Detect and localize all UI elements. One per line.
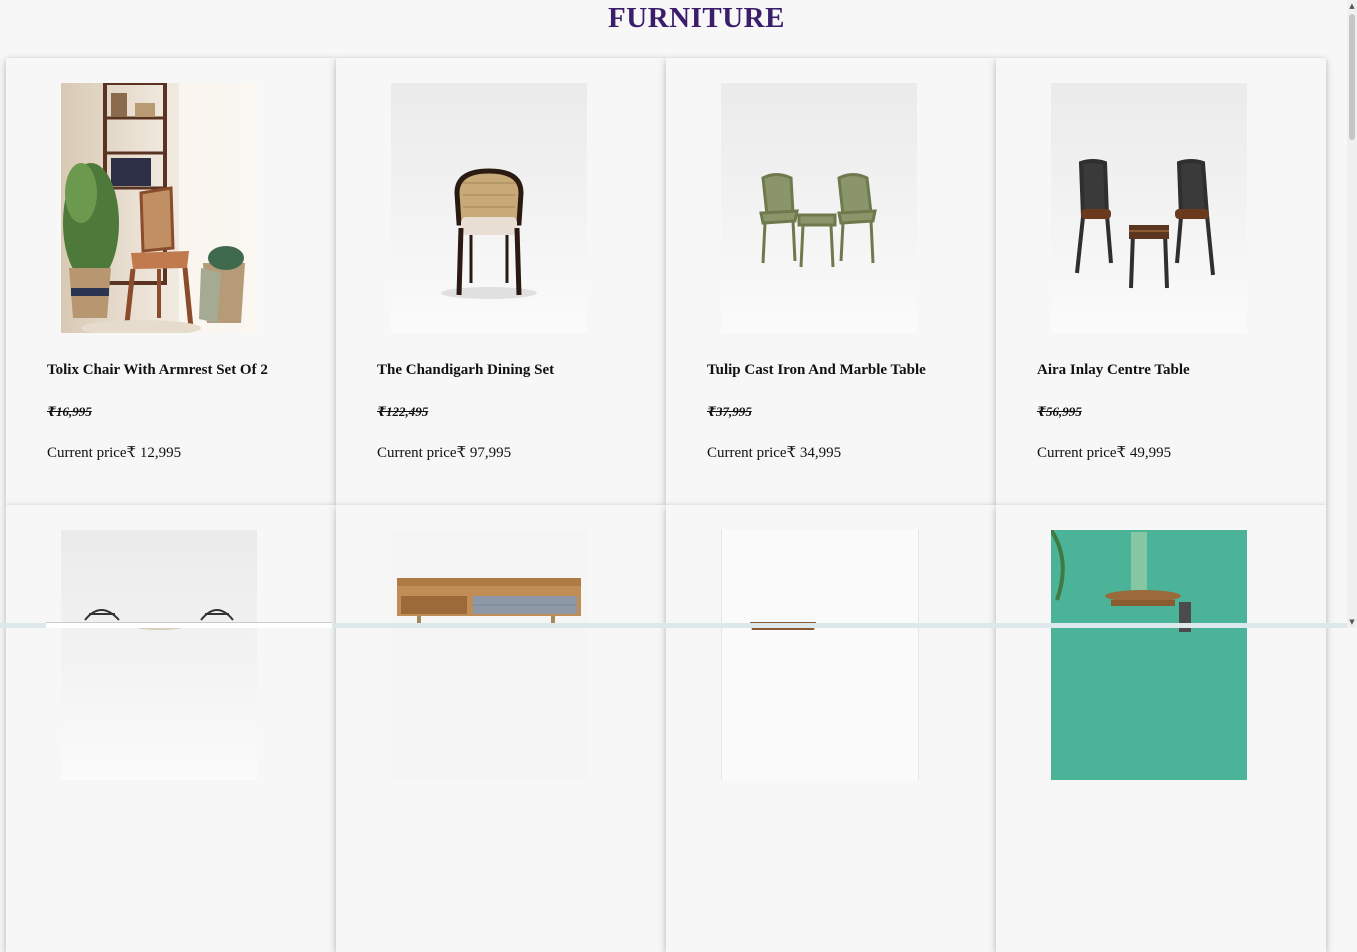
scrollbar-thumb[interactable] xyxy=(1349,14,1355,140)
product-grid: Tolix Chair With Armrest Set Of 2 ₹16,99… xyxy=(6,58,1326,952)
product-image[interactable] xyxy=(391,530,587,780)
original-price: ₹56,995 xyxy=(1037,404,1082,419)
product-image[interactable] xyxy=(721,83,917,333)
bottom-bar xyxy=(0,622,1347,628)
product-card[interactable] xyxy=(336,505,666,952)
current-price: Current price₹ 49,995 xyxy=(1037,445,1172,461)
current-price: Current price₹ 97,995 xyxy=(377,445,512,461)
product-image[interactable] xyxy=(391,83,587,333)
product-card[interactable]: Aira Inlay Centre Table ₹56,995 Current … xyxy=(996,58,1326,505)
scroll-down-arrow-icon[interactable]: ▼ xyxy=(1348,618,1356,626)
product-card[interactable]: The Chandigarh Dining Set ₹122,495 Curre… xyxy=(336,58,666,505)
product-name[interactable]: Tulip Cast Iron And Marble Table xyxy=(707,362,926,379)
original-price: ₹37,995 xyxy=(707,404,752,419)
product-name[interactable]: Tolix Chair With Armrest Set Of 2 xyxy=(47,362,268,379)
original-price: ₹16,995 xyxy=(47,404,92,419)
product-card[interactable] xyxy=(996,505,1326,952)
product-name[interactable]: Aira Inlay Centre Table xyxy=(1037,362,1190,379)
product-image[interactable] xyxy=(1051,83,1247,333)
product-image[interactable] xyxy=(61,83,257,333)
original-price: ₹122,495 xyxy=(377,404,429,419)
product-image[interactable] xyxy=(1051,530,1247,780)
product-name[interactable]: The Chandigarh Dining Set xyxy=(377,362,554,379)
product-card[interactable]: Tulip Cast Iron And Marble Table ₹37,995… xyxy=(666,58,996,505)
page-title: FURNITURE xyxy=(608,2,785,34)
vertical-scrollbar[interactable]: ▲ ▼ xyxy=(1347,0,1357,628)
scroll-up-arrow-icon[interactable]: ▲ xyxy=(1348,2,1356,10)
current-price: Current price₹ 34,995 xyxy=(707,445,842,461)
product-card[interactable] xyxy=(6,505,336,952)
product-image[interactable] xyxy=(721,530,919,780)
current-price: Current price₹ 12,995 xyxy=(47,445,182,461)
product-card[interactable]: Tolix Chair With Armrest Set Of 2 ₹16,99… xyxy=(6,58,336,505)
product-card[interactable] xyxy=(666,505,996,952)
bottom-input-field[interactable] xyxy=(46,622,332,628)
product-image[interactable] xyxy=(61,530,257,780)
